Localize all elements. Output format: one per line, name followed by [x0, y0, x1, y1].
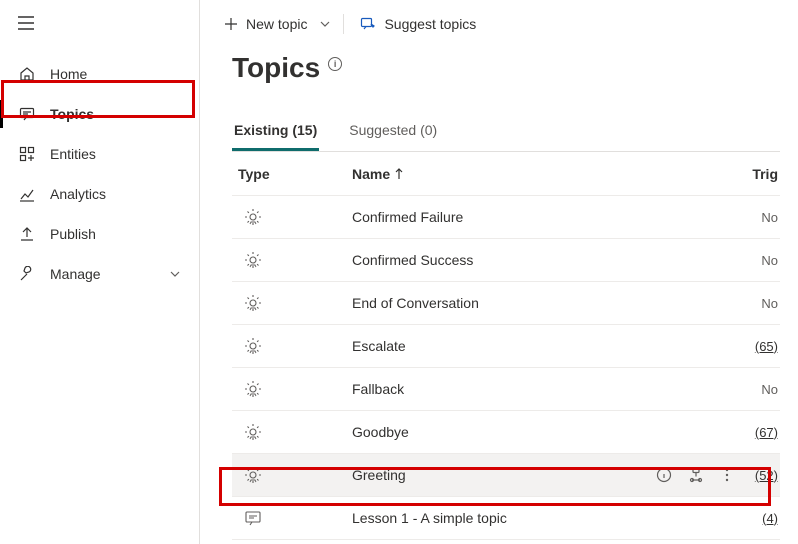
- trigger-count: No: [746, 253, 780, 268]
- column-header-trigger[interactable]: Trig: [746, 166, 780, 182]
- suggest-topics-button[interactable]: Suggest topics: [354, 12, 482, 36]
- table-row[interactable]: Confirmed Failure No: [232, 196, 780, 239]
- sidebar-item-topics[interactable]: Topics: [0, 94, 199, 134]
- sidebar-item-label: Publish: [50, 226, 96, 242]
- sidebar-item-label: Entities: [50, 146, 96, 162]
- sidebar-item-entities[interactable]: Entities: [0, 134, 199, 174]
- suggest-icon: [360, 16, 376, 32]
- topic-name[interactable]: Escalate: [352, 338, 646, 354]
- chevron-down-icon: [319, 18, 331, 30]
- topic-name[interactable]: Greeting: [352, 467, 646, 483]
- sidebar-item-label: Home: [50, 66, 87, 82]
- info-icon[interactable]: i: [328, 57, 342, 71]
- topic-name[interactable]: Fallback: [352, 381, 646, 397]
- hamburger-menu[interactable]: [0, 10, 199, 36]
- sidebar-item-home[interactable]: Home: [0, 54, 199, 94]
- system-topic-icon: [232, 294, 352, 312]
- user-topic-icon: [232, 509, 352, 527]
- topic-name[interactable]: Goodbye: [352, 424, 646, 440]
- trigger-count: No: [746, 210, 780, 225]
- tab-suggested[interactable]: Suggested (0): [347, 112, 439, 151]
- suggest-topics-label: Suggest topics: [384, 16, 476, 32]
- trigger-count[interactable]: (52): [746, 468, 780, 483]
- topic-name[interactable]: End of Conversation: [352, 295, 646, 311]
- home-icon: [18, 65, 36, 83]
- trigger-count[interactable]: (67): [746, 425, 780, 440]
- separator: [343, 14, 344, 34]
- wrench-icon: [18, 265, 36, 283]
- sidebar-item-label: Analytics: [50, 186, 106, 202]
- page-title: Topics: [232, 52, 320, 84]
- trigger-count[interactable]: (65): [746, 339, 780, 354]
- table-row[interactable]: Escalate (65): [232, 325, 780, 368]
- system-topic-icon: [232, 337, 352, 355]
- new-topic-dropdown[interactable]: [317, 14, 333, 34]
- flow-icon[interactable]: [688, 467, 704, 483]
- sidebar-item-analytics[interactable]: Analytics: [0, 174, 199, 214]
- topic-name[interactable]: Confirmed Success: [352, 252, 646, 268]
- details-icon[interactable]: [656, 467, 672, 483]
- trigger-count[interactable]: (4): [746, 511, 780, 526]
- sidebar-item-manage[interactable]: Manage: [0, 254, 199, 294]
- topic-name[interactable]: Lesson 1 - A simple topic: [352, 510, 646, 526]
- system-topic-icon: [232, 380, 352, 398]
- trigger-count: No: [746, 382, 780, 397]
- more-icon[interactable]: [720, 467, 734, 483]
- grid-icon: [18, 145, 36, 163]
- table-row[interactable]: Greeting (52): [232, 454, 780, 497]
- tab-existing[interactable]: Existing (15): [232, 112, 319, 151]
- chevron-down-icon: [169, 268, 181, 280]
- system-topic-icon: [232, 208, 352, 226]
- sort-asc-icon: [394, 168, 404, 180]
- analytics-icon: [18, 185, 36, 203]
- column-header-type[interactable]: Type: [232, 166, 352, 182]
- topic-name[interactable]: Confirmed Failure: [352, 209, 646, 225]
- table-row[interactable]: End of Conversation No: [232, 282, 780, 325]
- table-row[interactable]: Goodbye (67): [232, 411, 780, 454]
- sidebar-item-label: Manage: [50, 266, 101, 282]
- table-row[interactable]: Fallback No: [232, 368, 780, 411]
- upload-icon: [18, 225, 36, 243]
- table-row[interactable]: Confirmed Success No: [232, 239, 780, 282]
- table-row[interactable]: Lesson 1 - A simple topic (4): [232, 497, 780, 540]
- system-topic-icon: [232, 251, 352, 269]
- system-topic-icon: [232, 466, 352, 484]
- sidebar-item-label: Topics: [50, 106, 94, 122]
- sidebar-item-publish[interactable]: Publish: [0, 214, 199, 254]
- plus-icon: [224, 17, 238, 31]
- chat-icon: [18, 105, 36, 123]
- new-topic-label: New topic: [246, 16, 307, 32]
- system-topic-icon: [232, 423, 352, 441]
- new-topic-button[interactable]: New topic: [218, 12, 313, 36]
- trigger-count: No: [746, 296, 780, 311]
- column-header-name[interactable]: Name: [352, 166, 646, 182]
